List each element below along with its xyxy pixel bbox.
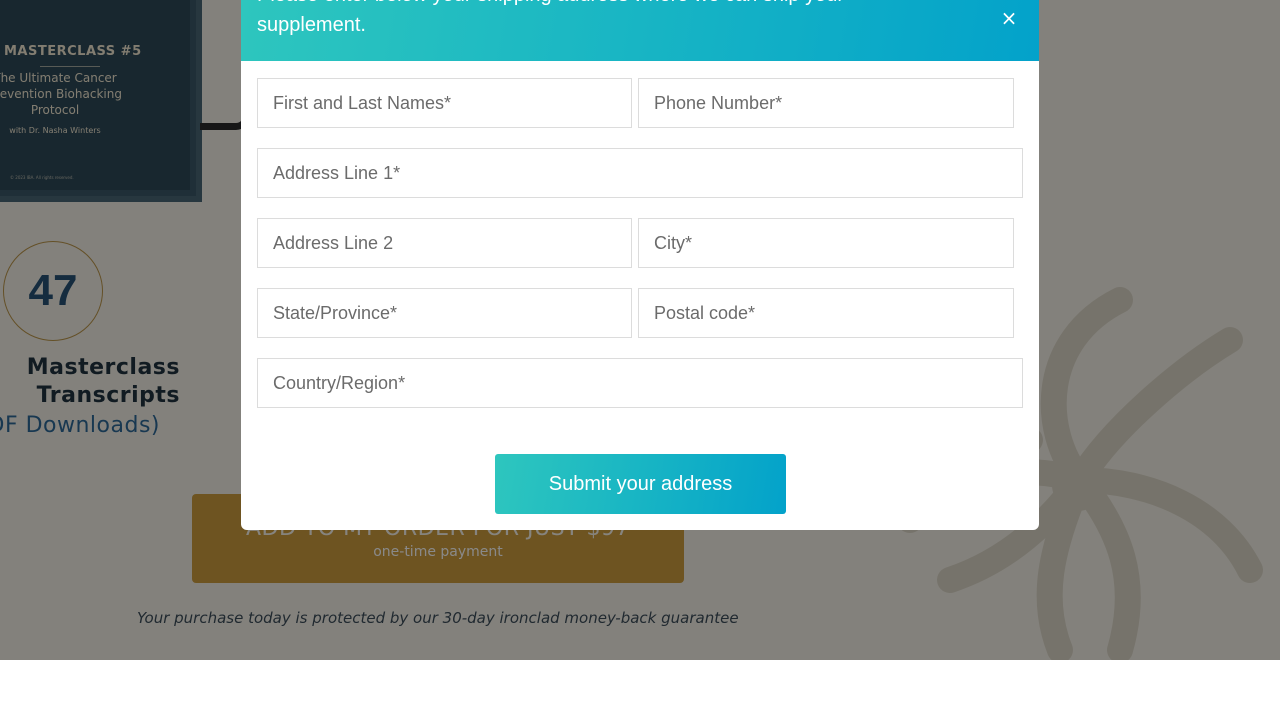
modal-header-text: Please enter below your shipping address… [257, 0, 844, 36]
page-footer-area [0, 660, 1280, 720]
phone-number-field[interactable] [638, 78, 1014, 128]
submit-address-button[interactable]: Submit your address [495, 454, 786, 514]
full-name-field[interactable] [257, 78, 632, 128]
close-icon[interactable]: × [995, 4, 1023, 32]
address-line-1-field[interactable] [257, 148, 1023, 198]
city-field[interactable] [638, 218, 1014, 268]
modal-header: Please enter below your shipping address… [241, 0, 1039, 61]
state-province-field[interactable] [257, 288, 632, 338]
shipping-address-modal: Please enter below your shipping address… [241, 0, 1039, 530]
address-line-2-field[interactable] [257, 218, 632, 268]
postal-code-field[interactable] [638, 288, 1014, 338]
country-region-field[interactable] [257, 358, 1023, 408]
